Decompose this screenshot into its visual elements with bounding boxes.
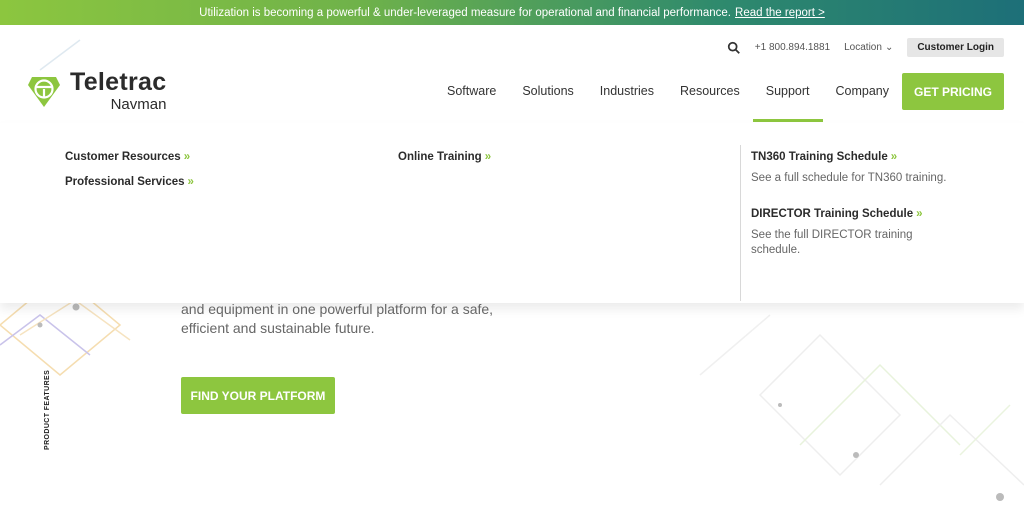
hero-description: and equipment in one powerful platform f…: [181, 301, 494, 336]
tn360-schedule-desc: See a full schedule for TN360 training.: [751, 172, 947, 184]
mega-divider: [740, 145, 741, 301]
nav-item-company[interactable]: Company: [823, 73, 903, 109]
nav-item-industries[interactable]: Industries: [587, 73, 667, 109]
read-report-link[interactable]: Read the report >: [735, 7, 825, 19]
nav-item-software[interactable]: Software: [434, 73, 509, 109]
support-mega-menu: Customer Resources» Professional Service…: [0, 123, 1024, 303]
customer-resources-link[interactable]: Customer Resources»: [65, 151, 194, 163]
mega-col-2: Online Training»: [398, 151, 491, 163]
location-label: Location: [844, 42, 882, 53]
main-nav: Software Solutions Industries Resources …: [434, 73, 903, 122]
director-schedule-desc: See the full DIRECTOR training schedule.: [751, 229, 913, 256]
online-training-link[interactable]: Online Training»: [398, 151, 491, 163]
phone-link[interactable]: +1 800.894.1881: [755, 42, 830, 53]
announcement-bar: Utilization is becoming a powerful & und…: [0, 0, 1024, 25]
nav-item-resources[interactable]: Resources: [667, 73, 753, 109]
mega-col-1: Customer Resources» Professional Service…: [65, 151, 194, 188]
tn360-schedule-link[interactable]: TN360 Training Schedule»: [751, 151, 951, 163]
logo-brand: Teletrac: [70, 68, 167, 96]
search-icon[interactable]: [727, 41, 741, 55]
nav-item-support[interactable]: Support: [752, 73, 823, 122]
logo-sub: Navman: [110, 96, 167, 113]
location-dropdown[interactable]: Location ⌄: [844, 42, 893, 53]
professional-services-link[interactable]: Professional Services»: [65, 176, 194, 188]
product-features-label: PRODUCT FEATURES: [44, 369, 51, 450]
get-pricing-button[interactable]: GET PRICING: [902, 73, 1004, 110]
find-platform-button[interactable]: FIND YOUR PLATFORM: [181, 377, 335, 414]
utility-bar: +1 800.894.1881 Location ⌄ Customer Logi…: [727, 38, 1004, 57]
chevron-down-icon: ⌄: [884, 42, 894, 53]
customer-login-button[interactable]: Customer Login: [907, 38, 1004, 57]
director-schedule-link[interactable]: DIRECTOR Training Schedule»: [751, 208, 951, 220]
mega-col-3: TN360 Training Schedule» See a full sche…: [751, 151, 951, 257]
nav-item-solutions[interactable]: Solutions: [509, 73, 586, 109]
logo-mark-icon: [28, 77, 60, 107]
logo[interactable]: Teletrac Navman: [26, 70, 166, 112]
announcement-text: Utilization is becoming a powerful & und…: [199, 6, 732, 19]
